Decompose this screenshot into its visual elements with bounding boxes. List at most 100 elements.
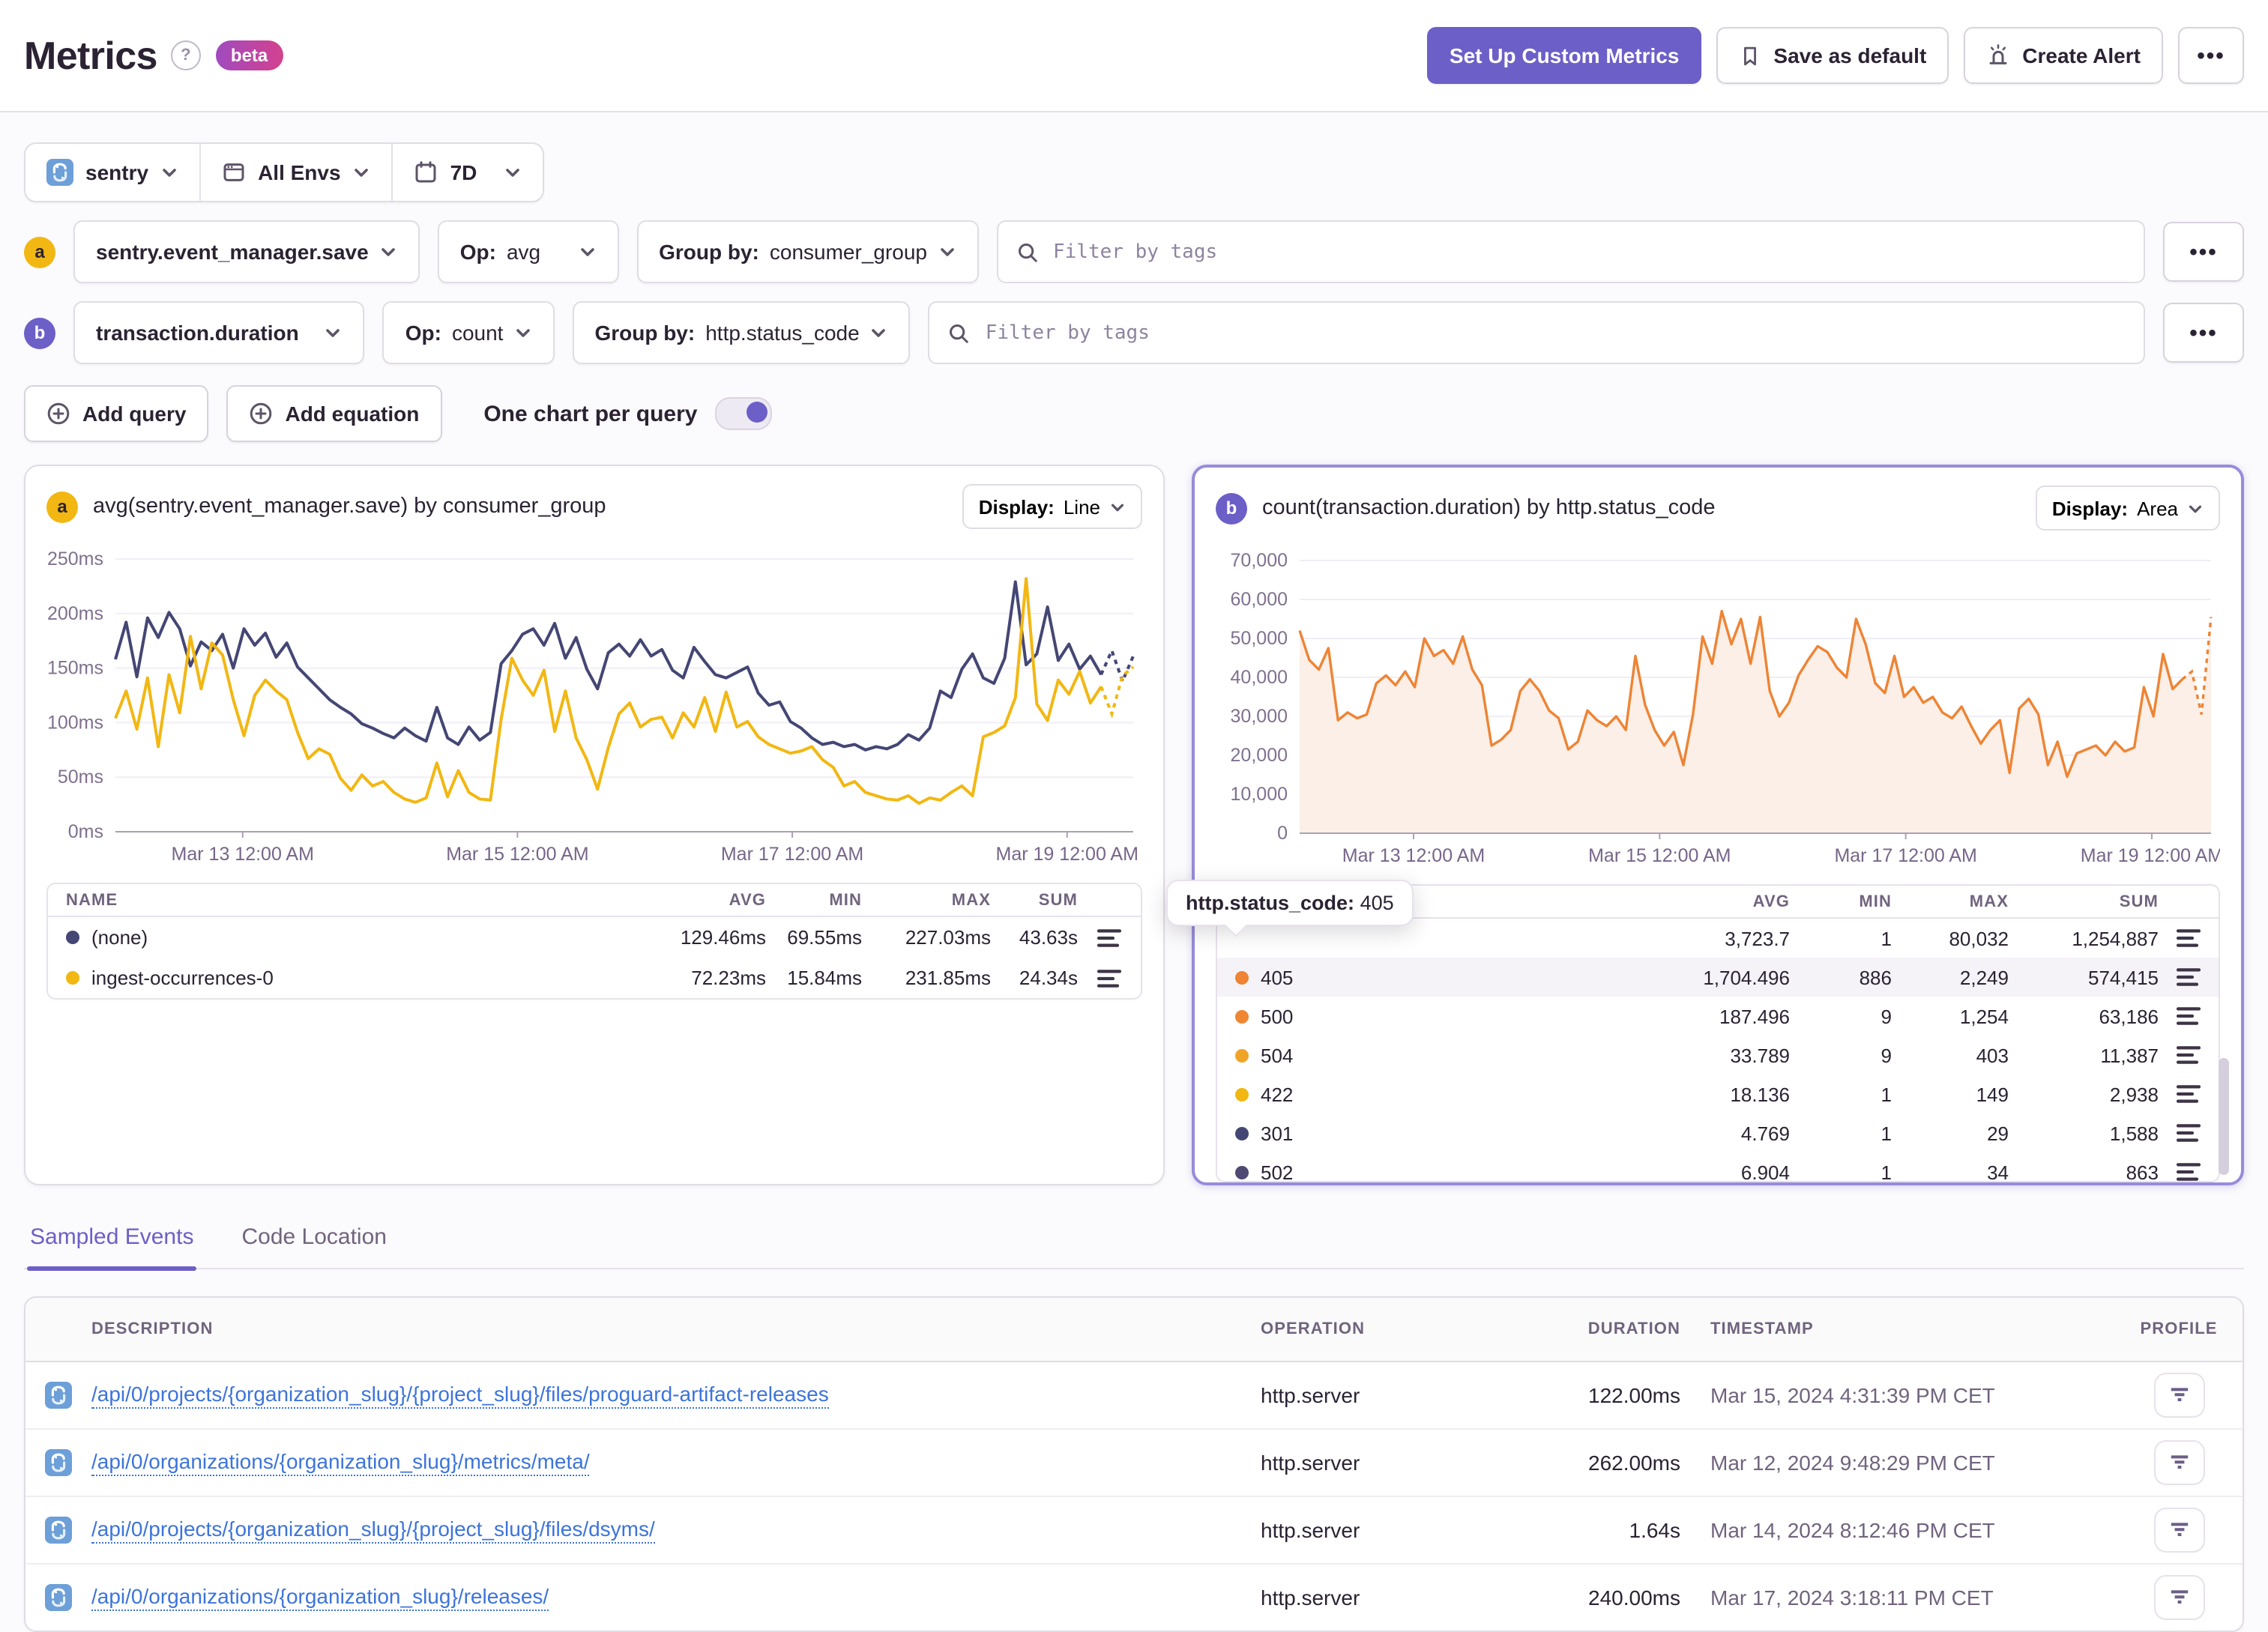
one-chart-per-query-toggle[interactable] — [715, 397, 773, 430]
display-mode-selector-b[interactable]: Display: Area — [2035, 486, 2220, 531]
event-description-link[interactable]: /api/0/organizations/{organization_slug}… — [91, 1584, 549, 1611]
table-scrollbar[interactable] — [2219, 1058, 2229, 1175]
series-max: 1,254 — [1959, 1005, 2009, 1027]
chevron-down-icon — [160, 163, 178, 181]
series-row[interactable]: 405 1,704.496 886 2,249 574,415 — [1217, 958, 2219, 997]
svg-text:150ms: 150ms — [47, 658, 103, 679]
metric-name: sentry.event_manager.save — [96, 240, 369, 264]
create-alert-button[interactable]: Create Alert — [1964, 27, 2163, 84]
col-profile: PROFILE — [2140, 1320, 2218, 1338]
profile-button[interactable] — [2153, 1508, 2204, 1553]
series-avg: 33.789 — [1730, 1044, 1790, 1066]
help-icon[interactable]: ? — [170, 40, 201, 70]
series-row[interactable]: 500 187.496 9 1,254 63,186 — [1217, 997, 2219, 1036]
line-chart[interactable]: 0ms 50ms 100ms 150ms 200ms 250ms Mar 13 12:00 … — [46, 538, 1142, 871]
series-min: 1 — [1881, 1122, 1892, 1144]
profile-button[interactable] — [2153, 1575, 2204, 1620]
chevron-down-icon — [504, 163, 522, 181]
series-summary-table-a: NAME AVG MIN MAX SUM (none) 129.46ms 69.55… — [46, 883, 1142, 1000]
save-as-default-button[interactable]: Save as default — [1716, 27, 1949, 84]
svg-text:Mar 19 12:00 AM: Mar 19 12:00 AM — [996, 844, 1138, 865]
series-row[interactable]: 422 18.136 1 149 2,938 — [1217, 1075, 2219, 1113]
metric-selector-a[interactable]: sentry.event_manager.save — [73, 220, 420, 283]
query-more-button-a[interactable]: ••• — [2163, 222, 2244, 282]
event-description-link[interactable]: /api/0/projects/{organization_slug}/{pro… — [91, 1517, 655, 1544]
series-max: 231.85ms — [905, 967, 991, 989]
series-focus-icon[interactable] — [2159, 1045, 2219, 1066]
svg-text:Mar 15 12:00 AM: Mar 15 12:00 AM — [446, 844, 588, 865]
tab-sampled-events[interactable]: Sampled Events — [27, 1224, 197, 1271]
profile-button[interactable] — [2153, 1373, 2204, 1418]
environment-selector[interactable]: All Envs — [199, 144, 392, 201]
series-color-dot — [1235, 1087, 1249, 1101]
details-tabs: Sampled Events Code Location — [24, 1224, 2244, 1271]
series-focus-icon[interactable] — [2159, 967, 2219, 988]
svg-text:200ms: 200ms — [47, 603, 103, 624]
svg-text:250ms: 250ms — [47, 548, 103, 569]
series-row[interactable]: (none) 129.46ms 69.55ms 227.03ms 43.63s — [48, 917, 1141, 958]
series-name: 504 — [1261, 1044, 1294, 1066]
tag-filter-input-b[interactable] — [982, 320, 2126, 345]
tag-filter-input-a[interactable] — [1050, 239, 2126, 265]
series-min: 9 — [1881, 1044, 1892, 1066]
series-max: 80,032 — [1949, 927, 2009, 949]
metric-selector-b[interactable]: transaction.duration — [73, 301, 365, 364]
event-description-link[interactable]: /api/0/projects/{organization_slug}/{pro… — [91, 1382, 829, 1409]
series-max: 2,249 — [1959, 966, 2009, 988]
search-icon — [1016, 241, 1038, 263]
series-focus-icon[interactable] — [2159, 1084, 2219, 1104]
setup-custom-metrics-button[interactable]: Set Up Custom Metrics — [1426, 27, 1702, 84]
query-row-b: b transaction.duration Op: count Group b… — [24, 301, 2244, 364]
series-row[interactable]: 301 4.769 1 29 1,588 — [1217, 1113, 2219, 1152]
col-max: MAX — [1969, 892, 2009, 910]
series-focus-icon[interactable] — [1078, 927, 1141, 948]
series-max: 29 — [1987, 1122, 2009, 1144]
series-focus-icon[interactable] — [2159, 1161, 2219, 1181]
project-selector[interactable]: sentry — [25, 144, 199, 201]
python-project-icon — [25, 1517, 91, 1544]
series-name: 405 — [1261, 966, 1294, 988]
series-focus-icon[interactable] — [2159, 1122, 2219, 1143]
tab-code-location[interactable]: Code Location — [238, 1224, 390, 1268]
chevron-down-icon — [938, 243, 956, 261]
series-row[interactable]: 502 6.904 1 34 863 — [1217, 1152, 2219, 1182]
op-selector-a[interactable]: Op: avg — [437, 220, 619, 283]
series-min: 1 — [1881, 1161, 1892, 1182]
python-project-icon — [46, 159, 73, 186]
svg-text:70,000: 70,000 — [1231, 550, 1288, 571]
tag-filter-a — [996, 220, 2145, 283]
chevron-down-icon — [2187, 500, 2204, 516]
profile-button[interactable] — [2153, 1440, 2204, 1485]
date-range-selector[interactable]: 7D — [391, 144, 543, 201]
tooltip-value: 405 — [1360, 892, 1394, 914]
add-equation-button[interactable]: Add equation — [226, 385, 442, 442]
op-selector-b[interactable]: Op: count — [382, 301, 555, 364]
one-chart-per-query-label: One chart per query — [483, 401, 698, 426]
area-chart[interactable]: 0 10,000 20,000 30,000 40,000 50,000 60,000 70,… — [1216, 540, 2220, 872]
svg-text:Mar 17 12:00 AM: Mar 17 12:00 AM — [1834, 845, 1976, 866]
save-as-default-label: Save as default — [1773, 43, 1927, 67]
series-min: 1 — [1881, 927, 1892, 949]
tag-filter-b — [928, 301, 2145, 364]
groupby-value: consumer_group — [769, 240, 927, 264]
add-query-button[interactable]: Add query — [24, 385, 209, 442]
series-color-dot — [1235, 1048, 1249, 1062]
series-focus-icon[interactable] — [1078, 967, 1141, 988]
series-row[interactable]: ingest-occurrences-0 72.23ms 15.84ms 231.85… — [48, 958, 1141, 998]
col-name: NAME — [66, 891, 118, 909]
series-row[interactable]: 504 33.789 9 403 11,387 — [1217, 1036, 2219, 1075]
groupby-selector-a[interactable]: Group by: consumer_group — [636, 220, 978, 283]
query-more-button-b[interactable]: ••• — [2163, 303, 2244, 363]
series-focus-icon[interactable] — [2159, 928, 2219, 949]
svg-text:Mar 13 12:00 AM: Mar 13 12:00 AM — [172, 844, 314, 865]
display-value: Line — [1063, 495, 1100, 518]
groupby-selector-b[interactable]: Group by: http.status_code — [572, 301, 911, 364]
series-focus-icon[interactable] — [2159, 1006, 2219, 1027]
col-avg: AVG — [729, 891, 766, 909]
series-color-dot — [66, 971, 79, 985]
display-mode-selector-a[interactable]: Display: Line — [962, 484, 1142, 529]
series-avg: 3,723.7 — [1725, 927, 1790, 949]
header-more-button[interactable]: ••• — [2178, 27, 2244, 84]
event-description-link[interactable]: /api/0/organizations/{organization_slug}… — [91, 1449, 590, 1476]
col-duration: DURATION — [1587, 1320, 1680, 1338]
